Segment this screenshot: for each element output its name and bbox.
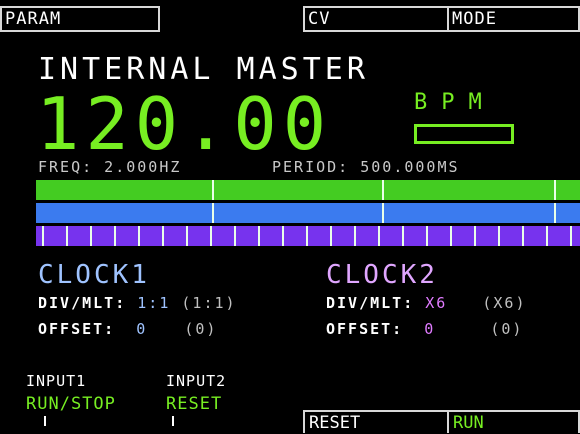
master-clock-bar — [36, 180, 580, 200]
device-screen: PARAM CV MODE INTERNAL MASTER 120.00 BPM… — [0, 0, 580, 433]
clock2-div-label: DIV/MLT: — [326, 294, 415, 312]
clock2-bar-tick — [234, 226, 236, 246]
clock2-bar-tick — [42, 226, 44, 246]
clock2-offset-cv: (0) — [490, 320, 524, 338]
clock2-bar-tick — [474, 226, 476, 246]
frequency-readout: FREQ: 2.000HZ — [38, 158, 182, 176]
clock2-div-row[interactable]: DIV/MLT: X6 (X6) — [326, 294, 527, 312]
clock2-bar-tick — [66, 226, 68, 246]
run-button[interactable]: RUN — [447, 410, 580, 433]
clock1-offset-label: OFFSET: — [38, 320, 116, 338]
clock1-offset-value: 0 — [136, 320, 148, 338]
input2-label: INPUT2 — [166, 372, 227, 390]
clock2-bar-tick — [426, 226, 428, 246]
clock1-bar-tick — [554, 203, 556, 223]
clock1-div-label: DIV/MLT: — [38, 294, 127, 312]
clock1-bar-tick — [382, 203, 384, 223]
clock2-bar-tick — [162, 226, 164, 246]
tempo-unit-frame — [414, 124, 514, 144]
clock2-bar-tick — [210, 226, 212, 246]
tab-param[interactable]: PARAM — [0, 6, 160, 32]
input2-value[interactable]: RESET — [166, 394, 222, 414]
tab-mode[interactable]: MODE — [447, 6, 580, 32]
clock2-bar-tick — [138, 226, 140, 246]
input1-label: INPUT1 — [26, 372, 87, 390]
clock2-bar — [36, 226, 580, 246]
clock2-offset-value: 0 — [424, 320, 436, 338]
clock2-title: CLOCK2 — [326, 260, 438, 290]
input1-indicator — [44, 416, 46, 426]
clock2-bar-tick — [90, 226, 92, 246]
clock1-div-row[interactable]: DIV/MLT: 1:1 (1:1) — [38, 294, 237, 312]
clock2-bar-tick — [402, 226, 404, 246]
clock1-div-value: 1:1 — [137, 294, 171, 312]
clock2-bar-tick — [330, 226, 332, 246]
clock2-bar-tick — [498, 226, 500, 246]
clock2-bar-tick — [546, 226, 548, 246]
clock1-offset-cv: (0) — [184, 320, 218, 338]
clock2-bar-tick — [186, 226, 188, 246]
tempo-unit: BPM — [414, 90, 496, 115]
tab-cv[interactable]: CV — [303, 6, 449, 32]
clock1-title: CLOCK1 — [38, 260, 150, 290]
tempo-value[interactable]: 120.00 — [36, 88, 332, 160]
master-clock-bar-tick — [212, 180, 214, 200]
clock2-bar-tick — [354, 226, 356, 246]
master-clock-bar-tick — [554, 180, 556, 200]
reset-button[interactable]: RESET — [303, 410, 449, 433]
clock1-div-cv: (1:1) — [181, 294, 237, 312]
input2-indicator — [172, 416, 174, 426]
clock2-bar-tick — [450, 226, 452, 246]
clock2-bar-tick — [114, 226, 116, 246]
clock2-offset-row[interactable]: OFFSET: 0 (0) — [326, 320, 523, 338]
clock2-bar-tick — [306, 226, 308, 246]
clock2-div-value: X6 — [425, 294, 448, 312]
master-clock-bar-tick — [382, 180, 384, 200]
clock2-div-cv: (X6) — [482, 294, 527, 312]
clock2-bar-tick — [282, 226, 284, 246]
clock2-bar-tick — [522, 226, 524, 246]
clock2-offset-label: OFFSET: — [326, 320, 404, 338]
clock1-bar-tick — [212, 203, 214, 223]
clock2-bar-tick — [258, 226, 260, 246]
clock2-bar-tick — [570, 226, 572, 246]
input1-value[interactable]: RUN/STOP — [26, 394, 116, 414]
clock2-bar-tick — [378, 226, 380, 246]
period-readout: PERIOD: 500.000MS — [272, 158, 460, 176]
clock1-offset-row[interactable]: OFFSET: 0 (0) — [38, 320, 217, 338]
clock1-bar — [36, 203, 580, 223]
